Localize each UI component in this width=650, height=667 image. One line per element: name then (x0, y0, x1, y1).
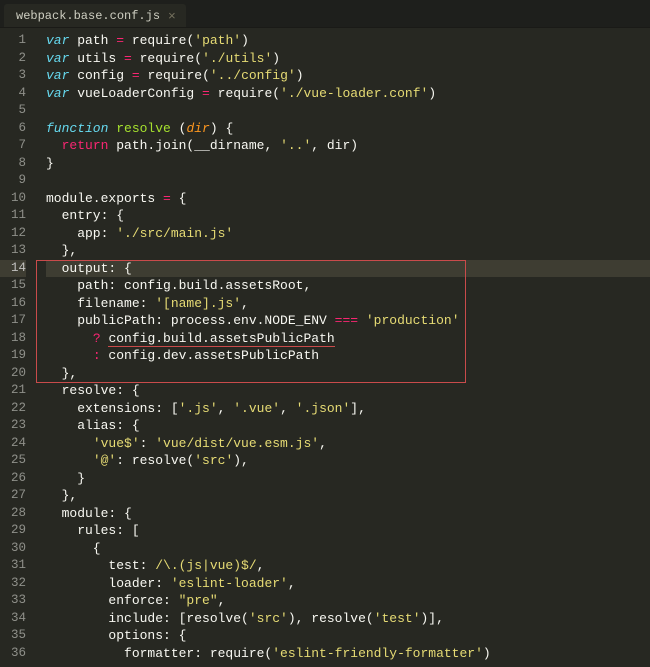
code-line: options: { (46, 627, 650, 645)
code-line: filename: '[name].js', (46, 295, 650, 313)
line-number: 22 (0, 400, 26, 418)
code-line: alias: { (46, 417, 650, 435)
line-number: 23 (0, 417, 26, 435)
line-number: 28 (0, 505, 26, 523)
line-number: 9 (0, 172, 26, 190)
line-number: 11 (0, 207, 26, 225)
code-line: var vueLoaderConfig = require('./vue-loa… (46, 85, 650, 103)
close-icon[interactable]: × (168, 10, 176, 23)
line-number: 20 (0, 365, 26, 383)
line-number: 24 (0, 435, 26, 453)
code-line: } (46, 470, 650, 488)
line-number: 8 (0, 155, 26, 173)
code-line: { (46, 540, 650, 558)
line-number: 35 (0, 627, 26, 645)
code-line: }, (46, 365, 650, 383)
code-line (46, 102, 650, 120)
code-line: formatter: require('eslint-friendly-form… (46, 645, 650, 663)
line-number: 26 (0, 470, 26, 488)
line-number: 19 (0, 347, 26, 365)
code-line: 'vue$': 'vue/dist/vue.esm.js', (46, 435, 650, 453)
code-line: rules: [ (46, 522, 650, 540)
code-line: enforce: "pre", (46, 592, 650, 610)
code-line: return path.join(__dirname, '..', dir) (46, 137, 650, 155)
line-number: 5 (0, 102, 26, 120)
code-line: '@': resolve('src'), (46, 452, 650, 470)
code-line: module: { (46, 505, 650, 523)
code-line: var config = require('../config') (46, 67, 650, 85)
line-number: 29 (0, 522, 26, 540)
line-number: 7 (0, 137, 26, 155)
line-number: 27 (0, 487, 26, 505)
line-number: 31 (0, 557, 26, 575)
line-number: 10 (0, 190, 26, 208)
line-number: 12 (0, 225, 26, 243)
line-number: 4 (0, 85, 26, 103)
code-line: entry: { (46, 207, 650, 225)
line-number: 17 (0, 312, 26, 330)
code-line: module.exports = { (46, 190, 650, 208)
code-line-active: output: { (46, 260, 650, 278)
code-line: path: config.build.assetsRoot, (46, 277, 650, 295)
code-line: }, (46, 242, 650, 260)
line-number: 36 (0, 645, 26, 663)
line-number: 3 (0, 67, 26, 85)
line-number: 34 (0, 610, 26, 628)
code-line: resolve: { (46, 382, 650, 400)
tab-bar: webpack.base.conf.js × (0, 0, 650, 28)
tab-filename: webpack.base.conf.js (16, 9, 160, 23)
line-number: 32 (0, 575, 26, 593)
code-line: app: './src/main.js' (46, 225, 650, 243)
annotation-underline: config.build.assetsPublicPath (108, 331, 334, 347)
code-line: loader: 'eslint-loader', (46, 575, 650, 593)
line-number: 25 (0, 452, 26, 470)
code-line: include: [resolve('src'), resolve('test'… (46, 610, 650, 628)
code-line: test: /\.(js|vue)$/, (46, 557, 650, 575)
line-number: 15 (0, 277, 26, 295)
line-number: 14 (0, 260, 26, 278)
line-number: 16 (0, 295, 26, 313)
code-line: } (46, 155, 650, 173)
code-line: ? config.build.assetsPublicPath (46, 330, 650, 348)
line-number: 18 (0, 330, 26, 348)
editor: 1 2 3 4 5 6 7 8 9 10 11 12 13 14 15 16 1… (0, 28, 650, 667)
code-line: : config.dev.assetsPublicPath (46, 347, 650, 365)
code-line: extensions: ['.js', '.vue', '.json'], (46, 400, 650, 418)
line-number: 21 (0, 382, 26, 400)
code-line: }, (46, 487, 650, 505)
code-line: var utils = require('./utils') (46, 50, 650, 68)
line-number: 30 (0, 540, 26, 558)
line-number: 13 (0, 242, 26, 260)
line-number: 33 (0, 592, 26, 610)
code-area[interactable]: var path = require('path') var utils = r… (34, 28, 650, 667)
line-number-gutter: 1 2 3 4 5 6 7 8 9 10 11 12 13 14 15 16 1… (0, 28, 34, 667)
code-line: function resolve (dir) { (46, 120, 650, 138)
code-line: publicPath: process.env.NODE_ENV === 'pr… (46, 312, 650, 330)
line-number: 1 (0, 32, 26, 50)
code-line: var path = require('path') (46, 32, 650, 50)
line-number: 6 (0, 120, 26, 138)
line-number: 2 (0, 50, 26, 68)
tab-active[interactable]: webpack.base.conf.js × (4, 4, 186, 27)
code-line (46, 172, 650, 190)
